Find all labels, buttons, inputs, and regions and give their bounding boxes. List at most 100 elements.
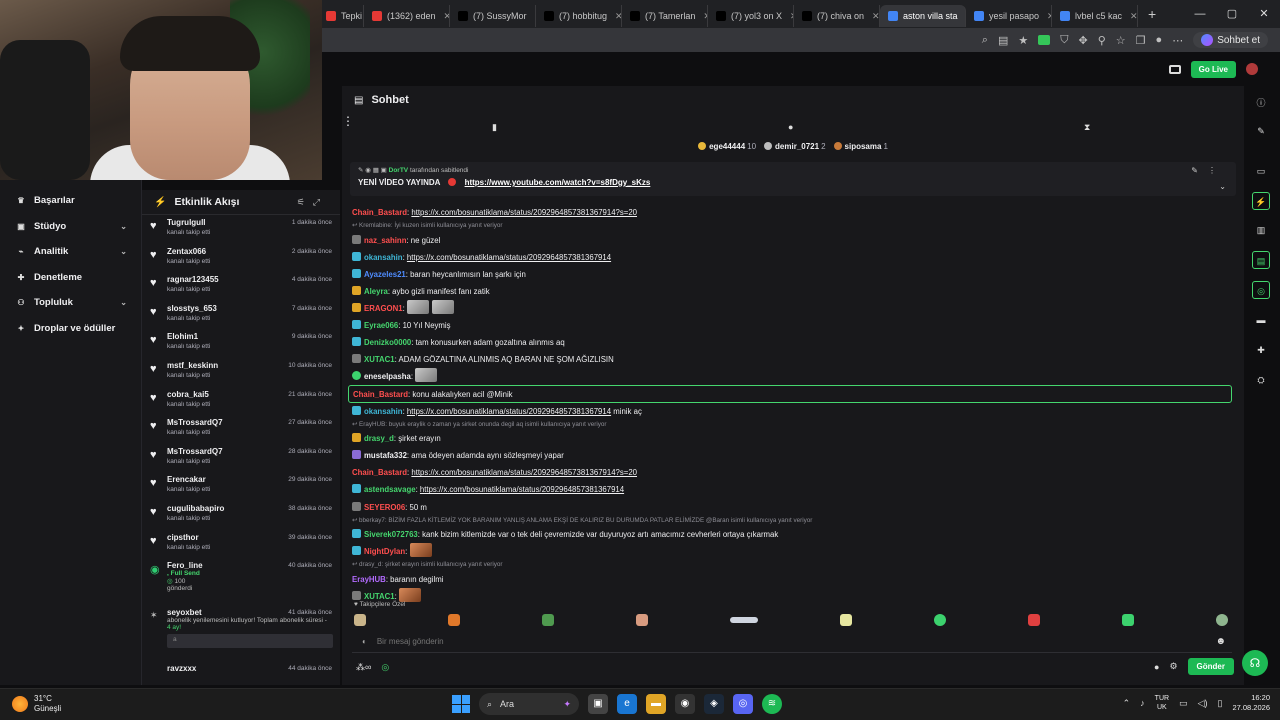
activity-event[interactable]: ♥ cobra_kai5 kanalı takip etti 21 dakika ön… bbox=[142, 387, 340, 416]
leaderboard-entry[interactable]: siposama 1 bbox=[833, 142, 888, 151]
language-indicator[interactable]: TUR UK bbox=[1155, 694, 1169, 712]
leaderboard-entry[interactable]: ege44444 10 bbox=[698, 142, 756, 151]
emote-icon[interactable] bbox=[409, 543, 432, 558]
browser-tab[interactable]: Tepki✕ bbox=[318, 5, 364, 27]
wrench-icon[interactable]: ✚ bbox=[1252, 341, 1270, 359]
activity-event[interactable]: ♥ mstf_keskinn kanalı takip etti 10 dakika … bbox=[142, 358, 340, 387]
media-icon[interactable]: ▭ bbox=[1252, 162, 1270, 180]
activity-event[interactable]: ♥ ragnar123455 kanalı takip etti 4 dakika ö… bbox=[142, 272, 340, 301]
browser-tab[interactable]: yesil pasapo✕ bbox=[966, 5, 1052, 27]
profile-avatar-icon[interactable]: ● bbox=[1156, 34, 1163, 46]
activity-event[interactable]: ♥ Zentax066 kanalı takip etti 2 dakika önce bbox=[142, 244, 340, 273]
pinned-link[interactable]: https://www.youtube.com/watch?v=s8fDgy_s… bbox=[465, 178, 651, 187]
browser-tab[interactable]: (7) SussyMor✕ bbox=[450, 5, 536, 27]
status-icon[interactable]: ◎ bbox=[381, 662, 389, 672]
chat-username[interactable]: eneselpasha bbox=[364, 372, 411, 381]
browser-tab[interactable]: (1362) eden✕ bbox=[364, 5, 450, 27]
chat-username[interactable]: SEYERO06 bbox=[364, 503, 405, 512]
chat-username[interactable]: Chain_Bastard bbox=[353, 390, 408, 399]
emote-icon[interactable] bbox=[398, 587, 421, 602]
chat-link[interactable]: https://x.com/bosunatiklama/status/20929… bbox=[411, 208, 637, 217]
leaderboard-entry[interactable]: demir_0721 2 bbox=[764, 142, 826, 151]
chat-username[interactable]: Ayazeles21 bbox=[364, 270, 406, 279]
avatar[interactable] bbox=[1246, 63, 1258, 75]
browser-tab[interactable]: (7) Tamerlan✕ bbox=[622, 5, 708, 27]
volume-icon[interactable]: ◁) bbox=[1198, 698, 1208, 709]
emote-icon[interactable] bbox=[1122, 614, 1134, 626]
shield-icon[interactable]: ⛉ bbox=[1060, 34, 1068, 47]
chat-username[interactable]: Chain_Bastard bbox=[352, 468, 407, 477]
sidebar-item-4[interactable]: ✚ Denetleme bbox=[0, 265, 141, 291]
emote-icon[interactable] bbox=[840, 614, 852, 626]
folder-icon[interactable]: ▬ bbox=[1252, 311, 1270, 329]
reply-icon[interactable]: ◐ bbox=[362, 637, 367, 646]
chat-username[interactable]: okansahin bbox=[364, 253, 403, 262]
emote-icon[interactable] bbox=[406, 299, 429, 314]
menu-dots-icon[interactable]: ⋯ bbox=[1172, 34, 1183, 47]
chat-username[interactable]: XUTAC1 bbox=[364, 355, 395, 364]
chevron-up-icon[interactable]: ⌃ bbox=[1123, 698, 1131, 709]
emote-icon[interactable] bbox=[448, 614, 460, 626]
sidebar-item-5[interactable]: ⚇ Topluluk ⌄ bbox=[0, 290, 141, 316]
browser-tab[interactable]: (7) yol3 on X✕ bbox=[708, 5, 794, 27]
chrome-icon[interactable]: ◉ bbox=[675, 694, 695, 714]
chat-username[interactable]: Eyrae066 bbox=[364, 321, 398, 330]
copilot-chat-button[interactable]: Sohbet et bbox=[1193, 32, 1268, 48]
clock[interactable]: 16:20 27.08.2026 bbox=[1232, 693, 1270, 713]
go-live-button[interactable]: Go Live bbox=[1190, 60, 1236, 78]
sidebar-item-6[interactable]: ✦ Droplar ve ödüller bbox=[0, 316, 141, 342]
filter-icon[interactable]: ⚟⤢ bbox=[297, 197, 328, 208]
chat-panel-icon[interactable]: ▤ bbox=[1252, 251, 1270, 269]
activity-event[interactable]: ♥ MsTrossardQ7 kanalı takip etti 27 dakika … bbox=[142, 415, 340, 444]
emote-icon[interactable] bbox=[1216, 614, 1228, 626]
browser-tab[interactable]: aston villa sta✕ bbox=[880, 5, 966, 27]
chat-settings-icon[interactable]: ⁂∞ bbox=[356, 662, 371, 672]
emote-icon[interactable] bbox=[1028, 614, 1040, 626]
emote-icon[interactable] bbox=[354, 614, 366, 626]
tab-close-icon[interactable]: ✕ bbox=[872, 11, 879, 22]
chat-username[interactable]: drasy_d bbox=[364, 434, 394, 443]
pencil-icon[interactable]: ✎ bbox=[1252, 122, 1270, 140]
monitor-icon[interactable]: ▭ bbox=[1179, 698, 1188, 709]
chat-username[interactable]: Denizko0000 bbox=[364, 338, 411, 347]
emoji-icon[interactable]: ☻ bbox=[1215, 636, 1226, 647]
minimize-icon[interactable]: — bbox=[1184, 0, 1216, 28]
info-icon[interactable]: ⓘ bbox=[1252, 94, 1270, 112]
hourglass-icon[interactable]: ⧗ bbox=[1084, 122, 1090, 133]
weather-widget[interactable]: 31°C Güneşli bbox=[12, 694, 61, 714]
maximize-icon[interactable]: ▢ bbox=[1216, 0, 1248, 28]
trash-icon[interactable]: ▮ bbox=[492, 122, 497, 133]
emote-icon[interactable] bbox=[415, 368, 438, 383]
windows-start-icon[interactable] bbox=[452, 695, 470, 713]
chat-username[interactable]: Siverek072763 bbox=[364, 530, 418, 539]
battery-icon[interactable]: ▯ bbox=[1218, 698, 1223, 709]
extension-icon[interactable] bbox=[1038, 35, 1051, 45]
emote-icon[interactable] bbox=[934, 614, 946, 626]
chat-input[interactable] bbox=[376, 637, 1177, 646]
tab-close-icon[interactable]: ✕ bbox=[1130, 11, 1137, 22]
emote-icon[interactable] bbox=[730, 617, 758, 623]
activity-event[interactable]: ♥ Elohim1 kanalı takip etti 9 dakika önce bbox=[142, 329, 340, 358]
activity-event[interactable]: ♥ Erencakar kanalı takip etti 29 dakika önc… bbox=[142, 472, 340, 501]
taskbar-search[interactable]: ⌕ Ara ✦ bbox=[479, 693, 579, 715]
chevron-down-icon[interactable]: ⌄ bbox=[1219, 182, 1226, 191]
puzzle-icon[interactable]: ✥ bbox=[1079, 34, 1088, 47]
chat-link[interactable]: https://x.com/bosunatiklama/status/20929… bbox=[420, 485, 624, 494]
browser-tab[interactable]: (7) chiva on ✕ bbox=[794, 5, 880, 27]
target-icon[interactable]: ◎ bbox=[1252, 281, 1270, 299]
zoom-icon[interactable]: ⌕ bbox=[982, 34, 988, 47]
browser-tab[interactable]: lvbel c5 kac ✕ bbox=[1052, 5, 1138, 27]
chat-username[interactable]: naz_sahinn bbox=[364, 236, 406, 245]
tab-close-icon[interactable]: ✕ bbox=[615, 11, 621, 22]
close-icon[interactable]: ✕ bbox=[1248, 0, 1280, 28]
people-icon[interactable]: ⛭ bbox=[1252, 371, 1270, 389]
activity-event-gift[interactable]: ◉ Fero_line, Full Send ◎ 100 gönderdi 40 dak… bbox=[142, 558, 340, 605]
chat-link[interactable]: https://x.com/bosunatiklama/status/20929… bbox=[407, 407, 611, 416]
support-chat-button[interactable]: ☊ bbox=[1242, 650, 1268, 676]
chat-username[interactable]: ErayHUB bbox=[352, 575, 386, 584]
emote-icon[interactable] bbox=[542, 614, 554, 626]
emote-icon[interactable] bbox=[636, 614, 648, 626]
document-icon[interactable]: ▥ bbox=[1252, 221, 1270, 239]
edge-icon[interactable]: e bbox=[617, 694, 637, 714]
browser-tab[interactable]: (7) hobbitug ✕ bbox=[536, 5, 622, 27]
